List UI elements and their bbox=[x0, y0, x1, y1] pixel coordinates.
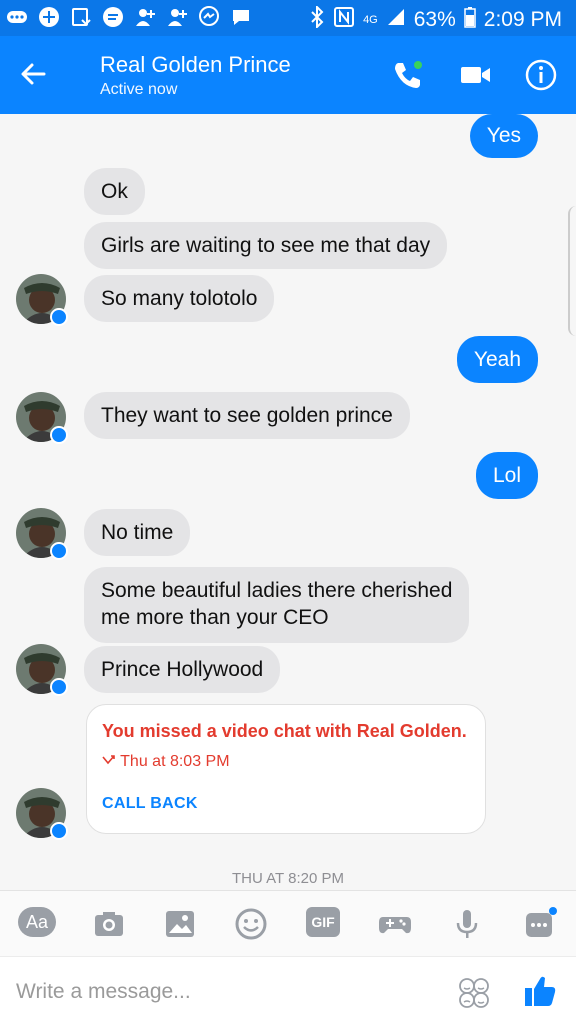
microphone-icon[interactable] bbox=[450, 907, 484, 941]
scroll-indicator bbox=[568, 206, 576, 336]
chat-icon bbox=[230, 6, 252, 28]
messenger-badge-icon bbox=[50, 426, 68, 444]
battery-percent: 63% bbox=[413, 8, 456, 31]
back-arrow-icon[interactable] bbox=[18, 58, 50, 90]
message-composer bbox=[0, 956, 576, 1024]
camera-icon[interactable] bbox=[92, 907, 126, 941]
friend-request-icon bbox=[134, 6, 156, 28]
message-outgoing[interactable]: Yeah bbox=[456, 336, 538, 383]
game-icon[interactable] bbox=[378, 907, 412, 941]
avatar[interactable] bbox=[16, 274, 68, 326]
missed-call-time-text: Thu at 8:03 PM bbox=[120, 753, 230, 770]
message-incoming-multiline[interactable]: Some beautiful ladies there cherished me… bbox=[84, 567, 470, 643]
friend-request-icon-2 bbox=[166, 6, 188, 28]
add-icon bbox=[38, 6, 60, 28]
messenger-badge-icon bbox=[50, 542, 68, 560]
message-input[interactable] bbox=[16, 977, 416, 1007]
battery-icon bbox=[464, 6, 476, 34]
notification-icons bbox=[6, 6, 252, 28]
avatar[interactable] bbox=[16, 644, 68, 696]
text-button-label: Aa bbox=[18, 907, 56, 937]
info-icon[interactable] bbox=[524, 58, 558, 92]
message-incoming[interactable]: They want to see golden prince bbox=[84, 392, 410, 439]
message-incoming[interactable]: No time bbox=[84, 509, 191, 556]
gallery-icon[interactable] bbox=[163, 907, 197, 941]
clock: 2:09 PM bbox=[483, 8, 562, 31]
contact-name[interactable]: Real Golden Prince bbox=[100, 52, 291, 78]
signal-icon bbox=[386, 7, 406, 33]
message-line: me more than your CEO bbox=[101, 606, 329, 629]
avatar[interactable] bbox=[16, 508, 68, 560]
phone-icon[interactable] bbox=[390, 58, 424, 92]
message-line: Some beautiful ladies there cherished bbox=[101, 579, 453, 602]
active-status: Active now bbox=[100, 81, 178, 98]
messenger-icon bbox=[198, 6, 220, 28]
video-camera-icon[interactable] bbox=[458, 58, 492, 92]
status-bar: 4G 63% 2:09 PM bbox=[0, 0, 576, 36]
messenger-badge-icon bbox=[50, 822, 68, 840]
message-outgoing[interactable]: Yes bbox=[469, 114, 538, 158]
message-incoming[interactable]: Girls are waiting to see me that day bbox=[84, 222, 448, 269]
gif-button-label: GIF bbox=[306, 907, 340, 937]
thumbs-up-icon[interactable] bbox=[520, 971, 560, 1011]
composer-toolbar: Aa GIF bbox=[0, 890, 576, 956]
missed-call-title: You missed a video chat with Real Golden… bbox=[102, 721, 467, 741]
bluetooth-icon bbox=[309, 4, 325, 34]
message-incoming[interactable]: Ok bbox=[84, 168, 145, 215]
messenger-badge-icon bbox=[50, 678, 68, 696]
missed-call-icon bbox=[102, 753, 120, 770]
message-icon bbox=[102, 6, 124, 28]
missed-call-card: You missed a video chat with Real Golden… bbox=[86, 704, 486, 834]
download-icon bbox=[70, 6, 92, 28]
gif-icon[interactable]: GIF bbox=[306, 907, 340, 941]
message-outgoing[interactable]: Lol bbox=[475, 452, 538, 499]
text-icon[interactable]: Aa bbox=[18, 907, 56, 941]
stickers-icon[interactable] bbox=[456, 975, 492, 1011]
network-type: 4G bbox=[363, 14, 378, 26]
system-status: 4G 63% 2:09 PM bbox=[309, 4, 562, 34]
messenger-badge-icon bbox=[50, 308, 68, 326]
conversation-timestamp: THU AT 8:20 PM bbox=[232, 870, 344, 887]
call-back-button[interactable]: CALL BACK bbox=[102, 795, 198, 813]
missed-call-time: Thu at 8:03 PM bbox=[102, 753, 230, 771]
message-incoming[interactable]: Prince Hollywood bbox=[84, 646, 281, 693]
message-incoming[interactable]: So many tolotolo bbox=[84, 275, 275, 322]
emoji-icon[interactable] bbox=[234, 907, 268, 941]
avatar[interactable] bbox=[16, 788, 68, 840]
conversation-header: Real Golden Prince Active now bbox=[0, 36, 576, 114]
avatar[interactable] bbox=[16, 392, 68, 444]
more-notifications-icon bbox=[6, 6, 28, 28]
more-icon[interactable] bbox=[524, 907, 558, 941]
nfc-icon bbox=[333, 6, 355, 34]
message-thread[interactable]: Yes Ok Girls are waiting to see me that … bbox=[0, 114, 576, 890]
